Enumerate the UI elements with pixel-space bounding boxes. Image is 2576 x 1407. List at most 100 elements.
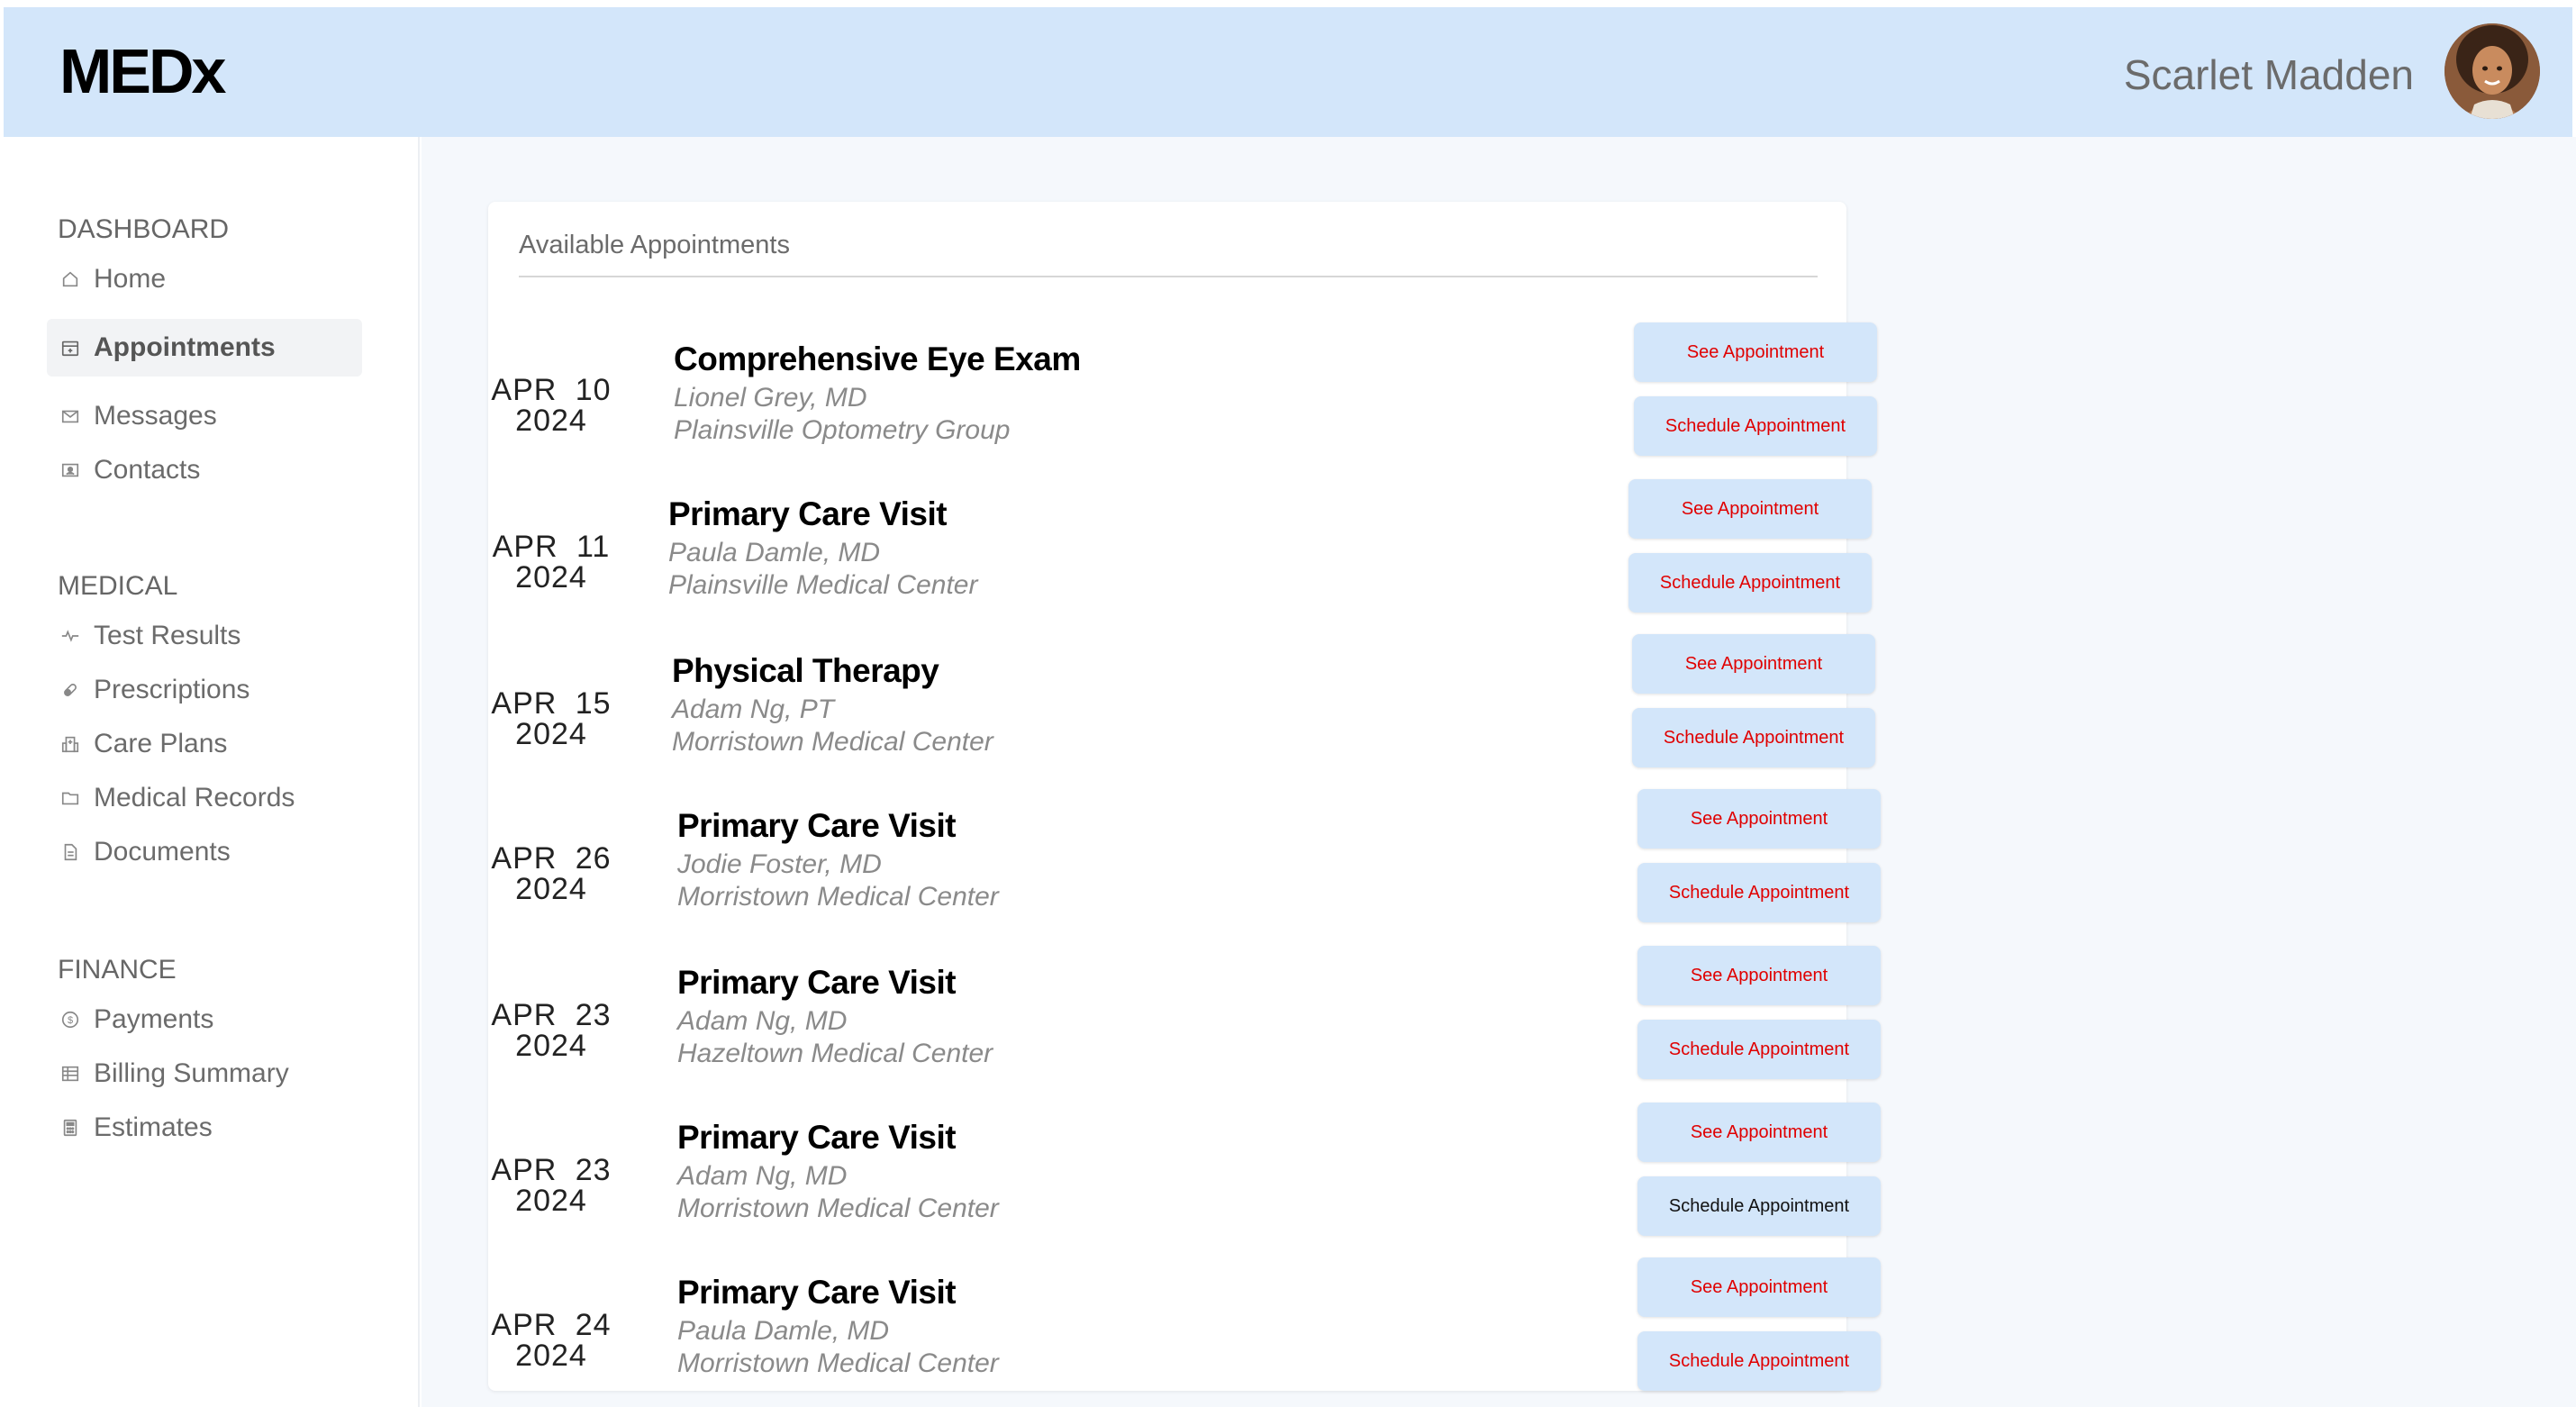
appointment-row: APR 23 2024 Primary Care Visit Adam Ng, … [488,942,1911,1097]
schedule-appointment-button[interactable]: Schedule Appointment [1637,1176,1881,1236]
appointment-doctor: Adam Ng, MD [677,1006,848,1036]
appointment-info: Comprehensive Eye Exam Lionel Grey, MD P… [674,342,1081,444]
folder-icon [59,787,81,809]
sidebar-item-care-plans[interactable]: Care Plans [47,715,362,773]
sidebar-item-appointments[interactable]: Appointments [47,319,362,377]
see-appointment-button[interactable]: See Appointment [1632,634,1875,694]
sidebar-item-label: Payments [94,1004,214,1034]
appointment-row: APR 11 2024 Primary Care Visit Paula Dam… [488,477,1911,632]
sidebar-item-medical-records[interactable]: Medical Records [47,769,362,827]
appointment-title[interactable]: Primary Care Visit [677,1121,999,1154]
appointment-title[interactable]: Primary Care Visit [677,1275,999,1309]
appointment-location: Morristown Medical Center [677,882,999,912]
section-label-dashboard: DASHBOARD [58,214,230,244]
home-icon [59,268,81,290]
appointment-date: APR 23 2024 [491,998,612,1063]
sidebar-item-documents[interactable]: Documents [47,823,362,881]
user-avatar[interactable] [2444,23,2540,119]
sidebar-item-home[interactable]: Home [47,250,362,308]
schedule-appointment-button[interactable]: Schedule Appointment [1628,553,1872,613]
calendar-icon [59,337,81,359]
sidebar-item-label: Care Plans [94,729,228,758]
appointment-row: APR 26 2024 Primary Care Visit Jodie Fos… [488,787,1911,942]
appointment-doctor: Adam Ng, MD [677,1161,848,1191]
appointment-location: Morristown Medical Center [677,1348,999,1378]
sidebar-item-label: Billing Summary [94,1058,289,1088]
appointment-location: Morristown Medical Center [672,727,993,757]
sidebar-item-estimates[interactable]: Estimates [47,1099,362,1157]
sidebar: DASHBOARD Home Appointments Messages Con… [4,137,420,1407]
schedule-appointment-button[interactable]: Schedule Appointment [1637,1020,1881,1079]
appointment-location: Morristown Medical Center [677,1194,999,1223]
pulse-icon [59,625,81,647]
schedule-appointment-button[interactable]: Schedule Appointment [1637,863,1881,922]
sidebar-item-messages[interactable]: Messages [47,387,362,445]
appointment-doctor: Jodie Foster, MD [677,849,882,879]
user-name[interactable]: Scarlet Madden [2124,54,2414,95]
see-appointment-button[interactable]: See Appointment [1634,322,1877,382]
ledger-icon [59,1063,81,1085]
appointment-doctor: Paula Damle, MD [677,1316,890,1346]
see-appointment-button[interactable]: See Appointment [1637,946,1881,1005]
top-header: MEDx Scarlet Madden [4,7,2572,137]
sidebar-item-label: Messages [94,401,217,431]
appointment-doctor: Lionel Grey, MD [674,383,867,413]
appointment-row: APR 15 2024 Physical Therapy Adam Ng, PT… [488,632,1911,787]
card-title: Available Appointments [519,231,790,259]
appointment-row: APR 24 2024 Primary Care Visit Paula Dam… [488,1252,1911,1407]
svg-text:$: $ [68,1015,73,1026]
sidebar-item-label: Medical Records [94,783,295,812]
appointment-info: Primary Care Visit Paula Damle, MD Plain… [668,497,977,599]
section-label-finance: FINANCE [58,955,177,985]
appointment-row: APR 10 2024 Comprehensive Eye Exam Lione… [488,322,1911,477]
sidebar-item-contacts[interactable]: Contacts [47,441,362,499]
appointment-info: Primary Care Visit Jodie Foster, MD Morr… [677,809,999,911]
appointment-location: Hazeltown Medical Center [677,1039,993,1068]
appointment-date: APR 23 2024 [491,1153,612,1218]
sidebar-item-test-results[interactable]: Test Results [47,607,362,665]
see-appointment-button[interactable]: See Appointment [1637,1103,1881,1162]
see-appointment-button[interactable]: See Appointment [1628,479,1872,539]
appointment-title[interactable]: Physical Therapy [672,654,993,687]
schedule-appointment-button[interactable]: Schedule Appointment [1632,708,1875,767]
sidebar-item-label: Contacts [94,455,201,485]
appointment-title[interactable]: Primary Care Visit [677,809,999,842]
appointment-doctor: Paula Damle, MD [668,538,881,567]
appointment-doctor: Adam Ng, PT [672,694,835,724]
appointment-date: APR 15 2024 [491,686,612,751]
app-logo[interactable]: MEDx [59,40,226,103]
card-divider [519,276,1818,277]
schedule-appointment-button[interactable]: Schedule Appointment [1637,1331,1881,1391]
sidebar-item-label: Estimates [94,1112,213,1142]
schedule-appointment-button[interactable]: Schedule Appointment [1634,396,1877,456]
sidebar-item-prescriptions[interactable]: Prescriptions [47,661,362,719]
appointment-info: Primary Care Visit Adam Ng, MD Hazeltown… [677,966,993,1067]
dollar-coin-icon: $ [59,1009,81,1030]
appointment-date: APR 10 2024 [491,373,612,438]
calculator-icon [59,1117,81,1139]
sidebar-item-label: Documents [94,837,231,867]
appointment-info: Physical Therapy Adam Ng, PT Morristown … [672,654,993,756]
appointment-date: APR 26 2024 [491,841,612,906]
see-appointment-button[interactable]: See Appointment [1637,1257,1881,1317]
document-icon [59,841,81,863]
hospital-icon [59,733,81,755]
sidebar-item-label: Test Results [94,621,241,650]
sidebar-item-billing-summary[interactable]: Billing Summary [47,1045,362,1103]
contact-card-icon [59,459,81,481]
appointment-title[interactable]: Primary Care Visit [677,966,993,999]
appointment-info: Primary Care Visit Adam Ng, MD Morristow… [677,1121,999,1222]
appointment-title[interactable]: Comprehensive Eye Exam [674,342,1081,376]
sidebar-item-label: Home [94,264,167,294]
appointment-date: APR 24 2024 [491,1308,612,1373]
section-label-medical: MEDICAL [58,571,178,601]
sidebar-item-payments[interactable]: $ Payments [47,991,362,1048]
envelope-icon [59,405,81,427]
appointments-card: Available Appointments APR 10 2024 Compr… [488,202,1881,1391]
see-appointment-button[interactable]: See Appointment [1637,789,1881,849]
appointment-location: Plainsville Optometry Group [674,415,1011,445]
appointment-row: APR 23 2024 Primary Care Visit Adam Ng, … [488,1097,1911,1252]
appointment-title[interactable]: Primary Care Visit [668,497,977,531]
appointment-info: Primary Care Visit Paula Damle, MD Morri… [677,1275,999,1377]
pill-icon [59,679,81,701]
